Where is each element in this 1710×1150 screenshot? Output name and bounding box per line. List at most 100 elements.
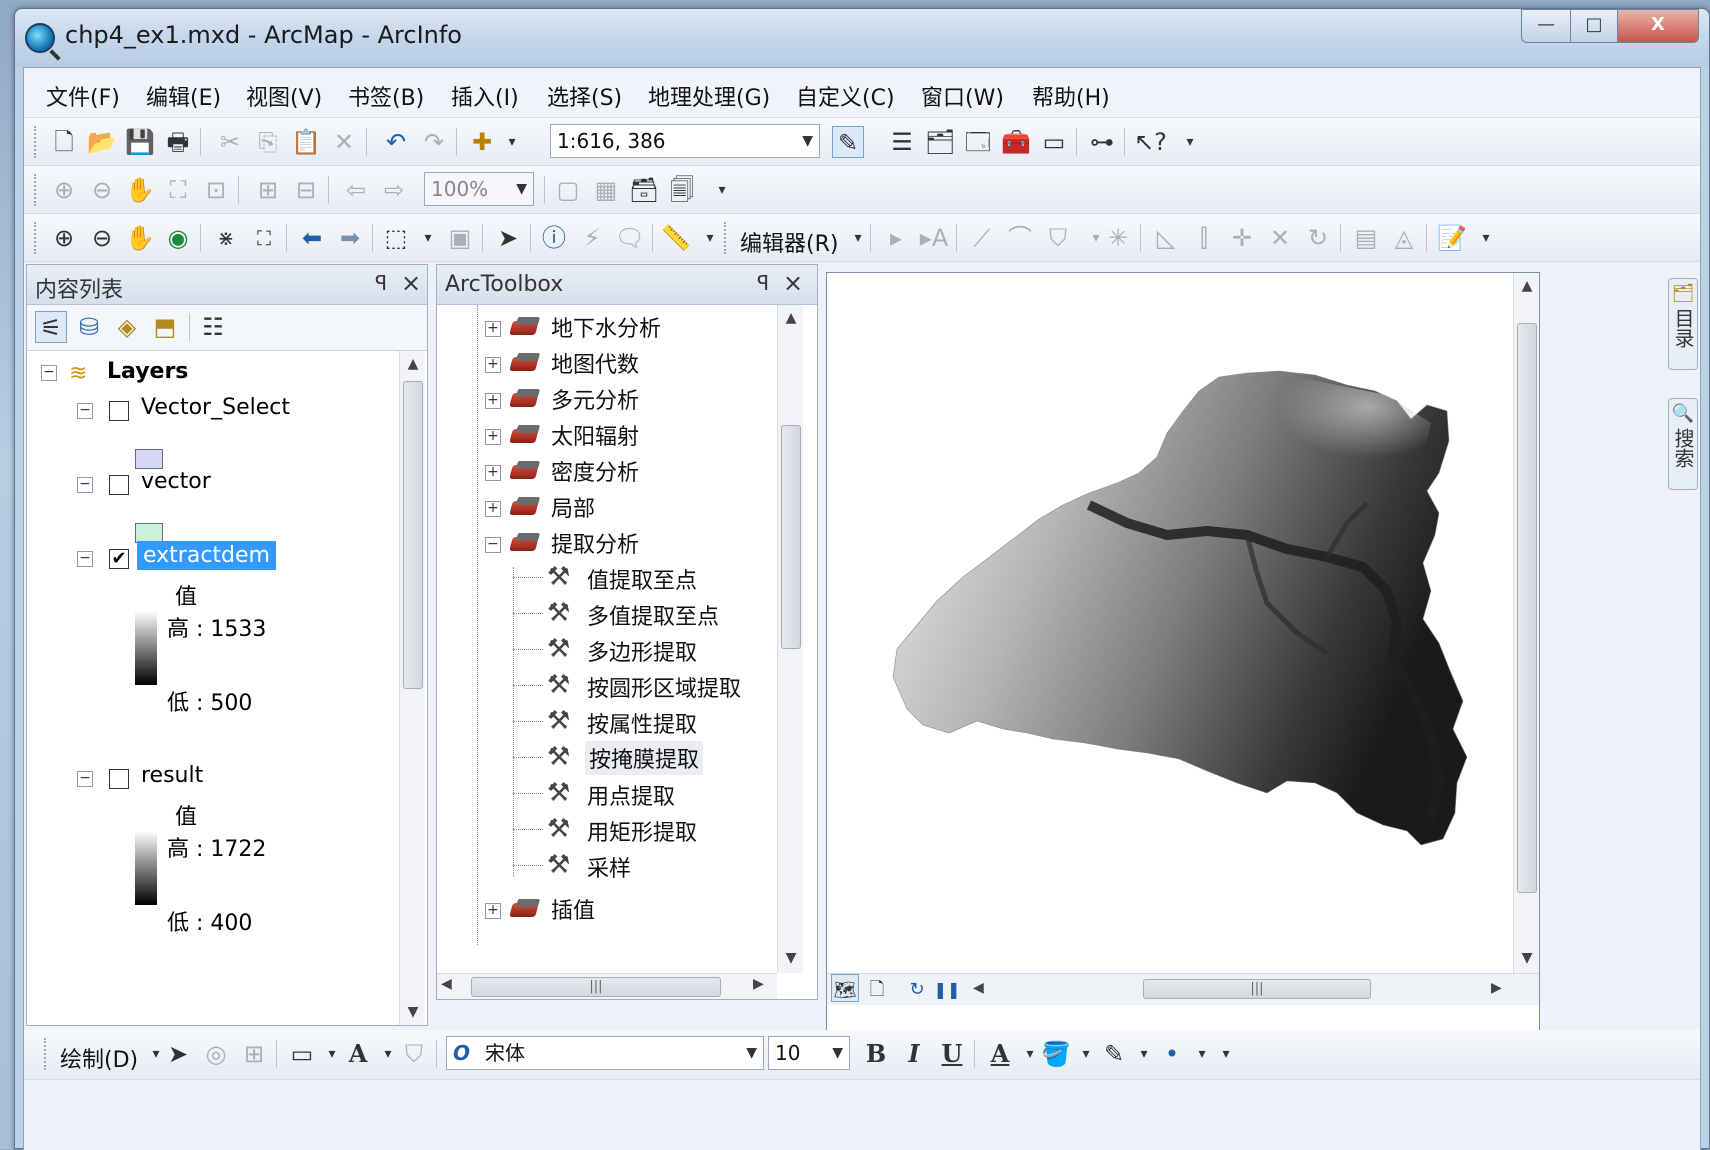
scroll-down-icon[interactable]: ▼ <box>1514 945 1540 971</box>
maximize-button[interactable]: □ <box>1570 9 1618 43</box>
attributes-icon[interactable]: ▤ <box>1350 222 1382 254</box>
toolset-item[interactable]: 局部 <box>551 491 595 523</box>
toolbox-vertical-scrollbar[interactable]: ▲ ▼ <box>777 305 803 973</box>
search-dock-tab[interactable]: 🔍 搜索 <box>1668 398 1698 490</box>
expand-toolset-toggle[interactable]: + <box>485 393 501 409</box>
toolbar-options-icon[interactable]: ▾ <box>1174 126 1206 158</box>
toolbar-grip[interactable] <box>724 222 728 254</box>
zoom-whole-page-icon[interactable]: ⛶ <box>162 174 194 206</box>
fixed-zoom-in-icon[interactable]: ⊞ <box>252 174 284 206</box>
scroll-down-icon[interactable]: ▼ <box>400 999 426 1025</box>
delete-icon[interactable]: ✕ <box>328 126 360 158</box>
scroll-thumb[interactable]: ||| <box>471 977 721 997</box>
full-extent-globe-icon[interactable]: ◉ <box>162 222 194 254</box>
menu-bookmarks[interactable]: 书签(B) <box>348 80 424 112</box>
layer-name[interactable]: result <box>141 763 203 788</box>
reshape-icon[interactable]: ⫿ <box>1188 222 1220 254</box>
collapse-layer-toggle[interactable]: − <box>77 403 93 419</box>
collapse-toolset-toggle[interactable]: − <box>485 537 501 553</box>
editor-toolbar-icon[interactable]: ✎ <box>832 126 864 158</box>
scroll-left-icon[interactable]: ◀ <box>973 980 984 996</box>
hyperlink-icon[interactable]: ⚡ <box>576 222 608 254</box>
title-bar[interactable]: chp4_ex1.mxd - ArcMap - ArcInfo — □ X <box>15 9 1709 67</box>
scroll-thumb[interactable]: ||| <box>1143 979 1371 999</box>
layout-view-icon[interactable]: 🗋 <box>863 974 891 1002</box>
draw-menu[interactable]: 绘制(D) <box>60 1042 138 1074</box>
toolset-item[interactable]: 地图代数 <box>551 347 639 379</box>
font-color-button[interactable]: A <box>984 1038 1016 1070</box>
font-name-combo[interactable]: O 宋体 ▼ <box>446 1036 764 1070</box>
rotate-element-icon[interactable]: ◎ <box>200 1038 232 1070</box>
go-forward-icon[interactable]: ➡ <box>334 222 366 254</box>
data-view-icon[interactable]: 🗺 <box>831 974 859 1002</box>
save-icon[interactable]: 💾 <box>124 126 156 158</box>
select-dropdown-icon[interactable]: ▾ <box>412 222 444 254</box>
dem-raster[interactable] <box>827 273 1513 973</box>
layer-visibility-checkbox[interactable] <box>109 475 129 495</box>
midpoint-icon[interactable]: ✳ <box>1102 222 1134 254</box>
scroll-thumb[interactable] <box>403 381 423 689</box>
collapse-layer-toggle[interactable]: − <box>77 771 93 787</box>
font-size-combo[interactable]: 10 ▼ <box>768 1036 850 1070</box>
toolbar-options-icon[interactable]: ▾ <box>1470 222 1502 254</box>
edit-vertices-icon[interactable]: ◺ <box>1150 222 1182 254</box>
expand-toolset-toggle[interactable]: + <box>485 501 501 517</box>
cut-polygons-icon[interactable]: ✛ <box>1226 222 1258 254</box>
create-features-icon[interactable]: 📝 <box>1436 222 1468 254</box>
legend-swatch[interactable] <box>135 523 163 543</box>
forward-extent-icon[interactable]: ⇨ <box>378 174 410 206</box>
pause-drawing-icon[interactable]: ❚❚ <box>933 974 961 1002</box>
italic-button[interactable]: I <box>898 1038 930 1070</box>
scroll-up-icon[interactable]: ▲ <box>778 305 804 331</box>
toolbar-grip[interactable] <box>44 1038 48 1070</box>
layer-visibility-checkbox[interactable] <box>109 769 129 789</box>
menu-file[interactable]: 文件(F) <box>46 80 120 112</box>
menu-geoprocessing[interactable]: 地理处理(G) <box>648 80 770 112</box>
layer-name[interactable]: Vector_Select <box>141 395 290 420</box>
tool-item[interactable]: 用矩形提取 <box>587 815 697 847</box>
sketch-construct-icon[interactable]: ⛉ <box>1042 222 1074 254</box>
close-icon[interactable]: × <box>783 269 803 297</box>
zoom-out-icon[interactable]: ⊖ <box>86 222 118 254</box>
paste-icon[interactable]: 📋 <box>290 126 322 158</box>
select-elements-icon[interactable]: ➤ <box>162 1038 194 1070</box>
editor-menu[interactable]: 编辑器(R) <box>740 226 838 258</box>
split-icon[interactable]: ✕ <box>1264 222 1296 254</box>
layer-name-selected[interactable]: extractdem <box>137 541 276 570</box>
toolbar-grip[interactable] <box>34 222 38 254</box>
layer-name[interactable]: vector <box>141 469 211 494</box>
map-scale-combo[interactable]: 1:616, 386 ▼ <box>550 124 820 158</box>
focus-data-frame-icon[interactable]: ▦ <box>590 174 622 206</box>
layer-visibility-checkbox[interactable] <box>109 401 129 421</box>
map-vertical-scrollbar[interactable]: ▲ ▼ <box>1513 273 1539 973</box>
select-elements-icon[interactable]: ➤ <box>492 222 524 254</box>
fill-color-icon[interactable]: 🪣 <box>1040 1038 1072 1070</box>
toolset-item[interactable]: 密度分析 <box>551 455 639 487</box>
data-driven-pages-icon[interactable]: 🗐 <box>666 174 698 206</box>
pin-icon[interactable]: ꟼ <box>757 271 769 295</box>
menu-selection[interactable]: 选择(S) <box>547 80 622 112</box>
fixed-zoom-in-icon[interactable]: ⋇ <box>210 222 242 254</box>
tool-item[interactable]: 用点提取 <box>587 779 675 811</box>
close-icon[interactable]: × <box>401 269 421 297</box>
expand-toolset-toggle[interactable]: + <box>485 357 501 373</box>
copy-icon[interactable]: ⎘ <box>252 126 284 158</box>
list-by-drawing-order-icon[interactable]: ⚟ <box>35 311 67 343</box>
toolbar-options-icon[interactable]: ▾ <box>1210 1038 1242 1070</box>
new-document-icon[interactable]: 🗋 <box>48 126 80 158</box>
legend-color-ramp[interactable] <box>135 611 157 685</box>
collapse-layers-toggle[interactable]: − <box>41 365 57 381</box>
change-layout-icon[interactable]: 🗃 <box>628 174 660 206</box>
map-data-view[interactable]: ▲ ▼ 🗺 🗋 ↻ ❚❚ ◀ ||| ▶ <box>826 272 1540 1032</box>
tool-item[interactable]: 按属性提取 <box>587 707 697 739</box>
toolbar-grip[interactable] <box>34 174 38 206</box>
pan-hand-icon[interactable]: ✋ <box>124 222 156 254</box>
toolset-item[interactable]: 多元分析 <box>551 383 639 415</box>
scroll-right-icon[interactable]: ▶ <box>1491 980 1502 996</box>
layers-root[interactable]: Layers <box>107 359 188 384</box>
clear-selection-icon[interactable]: ▣ <box>444 222 476 254</box>
identify-icon[interactable]: ⓘ <box>538 222 570 254</box>
cut-icon[interactable]: ✂ <box>214 126 246 158</box>
refresh-icon[interactable]: ↻ <box>903 974 931 1002</box>
scroll-thumb[interactable] <box>1517 323 1537 893</box>
